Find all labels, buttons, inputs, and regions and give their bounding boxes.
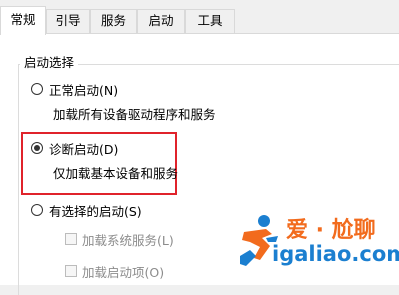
load-system-services-checkbox[interactable]: [65, 233, 77, 245]
normal-startup-label[interactable]: 正常启动(N): [49, 80, 118, 99]
watermark-text-cn: 爱 · 尬聊: [286, 218, 376, 243]
normal-startup-radio[interactable]: [31, 83, 43, 95]
startup-selection-title: 启动选择: [20, 52, 79, 71]
load-system-services-label[interactable]: 加载系统服务(L): [82, 230, 174, 249]
tab-tools[interactable]: 工具: [185, 9, 235, 33]
tab-bar: 常规 引导 服务 启动 工具: [0, 0, 399, 35]
tab-boot[interactable]: 引导: [46, 9, 90, 33]
diagnostic-startup-description: 仅加载基本设备和服务: [53, 166, 179, 181]
diagnostic-startup-radio[interactable]: [31, 142, 43, 154]
tab-services[interactable]: 服务: [90, 9, 137, 33]
tab-general[interactable]: 常规: [0, 6, 46, 35]
load-startup-items-label[interactable]: 加载启动项(O): [82, 262, 164, 281]
watermark-text-en: igaliao.com: [272, 242, 399, 266]
selective-startup-label[interactable]: 有选择的启动(S): [49, 201, 142, 220]
watermark-logo: 爱 · 尬聊 igaliao.com: [236, 212, 399, 272]
diagnostic-startup-label[interactable]: 诊断启动(D): [49, 139, 118, 158]
tab-startup[interactable]: 启动: [137, 9, 185, 33]
normal-startup-description: 加载所有设备驱动程序和服务: [53, 107, 216, 122]
selective-startup-radio[interactable]: [31, 204, 43, 216]
load-startup-items-checkbox[interactable]: [65, 265, 77, 277]
